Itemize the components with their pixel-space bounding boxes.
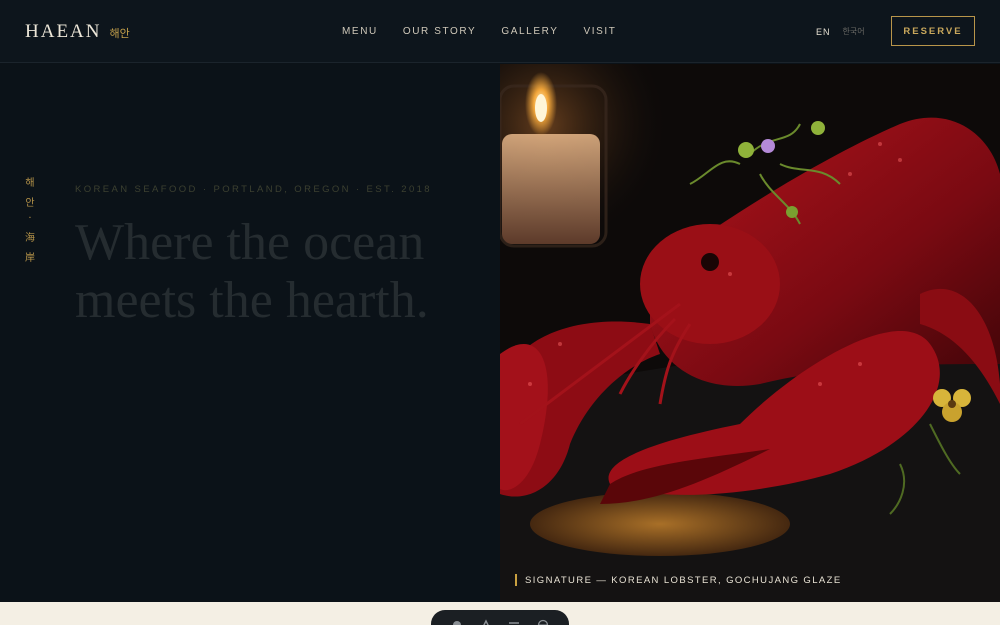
caption-accent-bar <box>515 574 517 586</box>
caption-text: SIGNATURE — KOREAN LOBSTER, GOCHUJANG GL… <box>525 574 842 586</box>
vertical-char: 海 <box>25 233 35 244</box>
logo[interactable]: HAEAN 해안 <box>25 21 130 43</box>
vertical-char: 안 <box>25 198 35 209</box>
vertical-char: 岸 <box>25 253 35 264</box>
hero-lobster-image <box>500 64 1000 602</box>
nav-menu[interactable]: MENU <box>342 26 378 37</box>
headline-line-2: meets the hearth. <box>75 272 429 329</box>
vertical-char: 해 <box>25 178 35 189</box>
lang-ko[interactable]: 한국어 <box>843 26 865 37</box>
site-header: HAEAN 해안 MENU OUR STORY GALLERY VISIT EN… <box>0 0 1000 63</box>
pointer-icon[interactable] <box>451 619 463 625</box>
lang-en[interactable]: EN <box>816 27 831 37</box>
hero-headline: Where the ocean meets the hearth. <box>75 214 495 330</box>
language-switcher: EN 한국어 <box>816 26 865 37</box>
vertical-korean-text: 해 안 · 海 岸 <box>24 174 36 264</box>
floating-toolbar <box>431 610 569 625</box>
reserve-button[interactable]: RESERVE <box>891 16 975 46</box>
nav-our-story[interactable]: OUR STORY <box>403 26 477 37</box>
headline-line-1: Where the ocean <box>75 214 425 271</box>
hero-eyebrow: KOREAN SEAFOOD · PORTLAND, OREGON · EST.… <box>75 184 432 195</box>
hand-icon[interactable] <box>480 619 492 625</box>
image-caption: SIGNATURE — KOREAN LOBSTER, GOCHUJANG GL… <box>515 574 842 586</box>
hero-text-panel: 해 안 · 海 岸 KOREAN SEAFOOD · PORTLAND, ORE… <box>0 64 500 602</box>
logo-korean: 해안 <box>109 27 130 40</box>
main-nav: MENU OUR STORY GALLERY VISIT <box>342 26 642 37</box>
nav-visit[interactable]: VISIT <box>584 26 617 37</box>
logo-text: HAEAN <box>25 21 102 42</box>
vertical-dot: · <box>28 213 32 224</box>
lobster-illustration <box>500 64 1000 602</box>
globe-icon[interactable] <box>537 619 549 625</box>
nav-gallery[interactable]: GALLERY <box>501 26 558 37</box>
lines-icon[interactable] <box>508 619 520 625</box>
